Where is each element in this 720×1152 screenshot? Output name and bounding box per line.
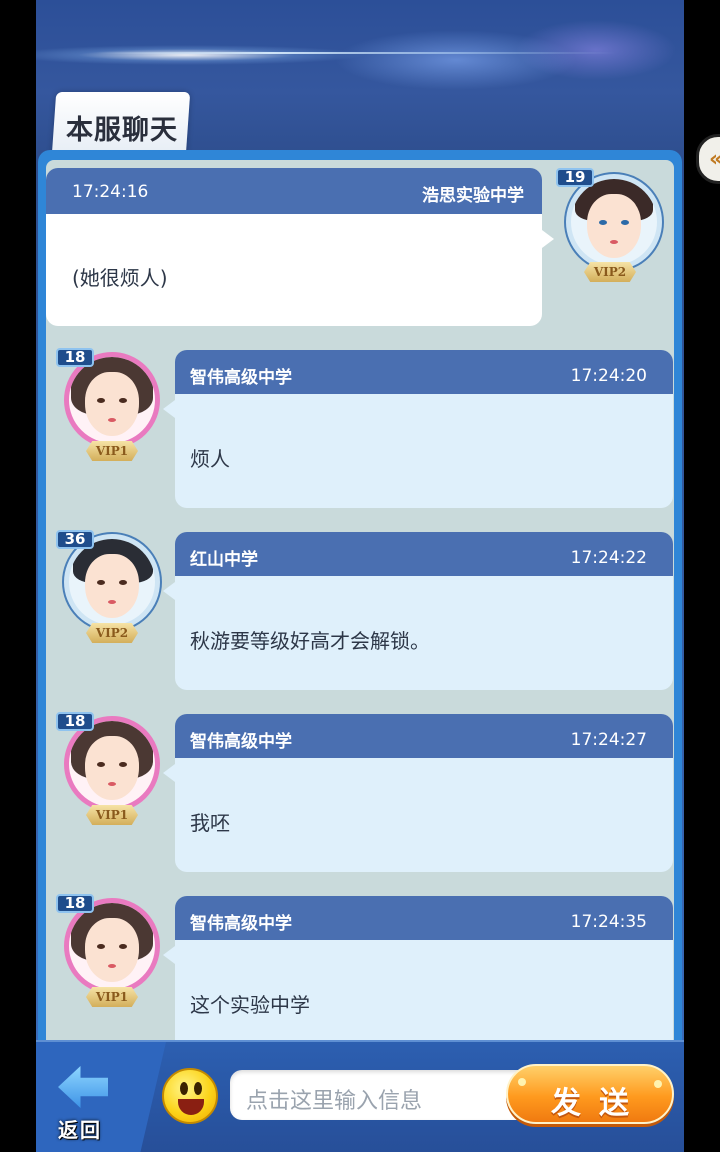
level-badge: 18 — [56, 348, 94, 367]
my-avatar[interactable] — [566, 174, 662, 270]
vip-badge: VIP2 — [584, 262, 636, 282]
chat-message: 红山中学 17:24:22 秋游要等级好高才会解锁。 — [163, 532, 673, 690]
level-badge: 36 — [56, 530, 94, 549]
mouth — [108, 417, 116, 422]
sender-school: 智伟高级中学 — [190, 368, 292, 388]
face — [85, 917, 139, 982]
chat-screen: 本服聊天 17:24:16 浩思实验中学 (她很烦人) 19 VIP2 18 V… — [36, 0, 684, 1152]
face — [85, 735, 139, 800]
page-title: 本服聊天 — [66, 115, 178, 146]
message-text: (她很烦人) — [72, 266, 168, 290]
bubble-tail — [163, 400, 175, 418]
eye — [119, 943, 127, 949]
background-glow — [36, 20, 684, 90]
emoji-icon-eye — [180, 1082, 188, 1095]
message-time: 17:24:35 — [570, 912, 647, 932]
message-text: 秋游要等级好高才会解锁。 — [190, 629, 430, 653]
back-label: 返回 — [58, 1118, 102, 1142]
level-badge: 19 — [556, 168, 594, 187]
mouth — [108, 781, 116, 786]
message-text: 我呸 — [190, 811, 230, 835]
message-time: 17:24:20 — [570, 366, 647, 386]
sender-school: 智伟高级中学 — [190, 732, 292, 752]
mouth — [108, 599, 116, 604]
message-text: 这个实验中学 — [190, 993, 310, 1017]
input-placeholder: 点击这里输入信息 — [246, 1089, 423, 1114]
sender-school: 浩思实验中学 — [422, 186, 524, 206]
emoji-button[interactable] — [162, 1068, 218, 1124]
double-chevron-left-icon: « — [709, 147, 720, 172]
face — [85, 553, 139, 618]
message-input[interactable]: 点击这里输入信息 — [230, 1070, 530, 1120]
mouth — [610, 239, 618, 244]
vip-badge: VIP2 — [86, 623, 138, 643]
send-label: 发送 — [551, 1086, 647, 1121]
eye — [97, 761, 105, 767]
input-bar: 返回 点击这里输入信息 发送 — [36, 1040, 684, 1152]
message-time: 17:24:22 — [570, 548, 647, 568]
chat-message: 智伟高级中学 17:24:27 我呸 — [163, 714, 673, 872]
vip-badge: VIP1 — [86, 987, 138, 1007]
sender-school: 智伟高级中学 — [190, 914, 292, 934]
face — [587, 193, 641, 258]
message-body — [175, 394, 673, 508]
face — [85, 371, 139, 436]
message-time: 17:24:16 — [72, 182, 149, 202]
eye — [599, 219, 607, 225]
level-badge: 18 — [56, 894, 94, 913]
bubble-tail — [542, 230, 554, 248]
message-text: 烦人 — [190, 447, 230, 471]
bubble-tail — [163, 764, 175, 782]
mouth — [108, 963, 116, 968]
level-badge: 18 — [56, 712, 94, 731]
emoji-icon-mouth — [178, 1099, 204, 1115]
my-message: 17:24:16 浩思实验中学 (她很烦人) — [46, 168, 554, 326]
bubble-tail — [163, 946, 175, 964]
eye — [119, 397, 127, 403]
back-arrow-icon — [58, 1066, 108, 1108]
vip-badge: VIP1 — [86, 441, 138, 461]
emoji-icon-eye — [194, 1082, 202, 1095]
message-body — [175, 758, 673, 872]
message-time: 17:24:27 — [570, 730, 647, 750]
eye — [97, 579, 105, 585]
eye — [621, 219, 629, 225]
chat-message: 智伟高级中学 17:24:35 这个实验中学 — [163, 896, 673, 1054]
left-letterbox — [0, 0, 36, 1152]
eye — [97, 397, 105, 403]
background-light-streak — [96, 52, 616, 54]
send-button[interactable]: 发送 — [506, 1064, 674, 1124]
chat-message: 智伟高级中学 17:24:20 烦人 — [163, 350, 673, 508]
back-button[interactable]: 返回 — [50, 1062, 114, 1148]
bubble-tail — [163, 582, 175, 600]
vip-badge: VIP1 — [86, 805, 138, 825]
sender-school: 红山中学 — [190, 550, 258, 570]
eye — [119, 761, 127, 767]
eye — [97, 943, 105, 949]
eye — [119, 579, 127, 585]
